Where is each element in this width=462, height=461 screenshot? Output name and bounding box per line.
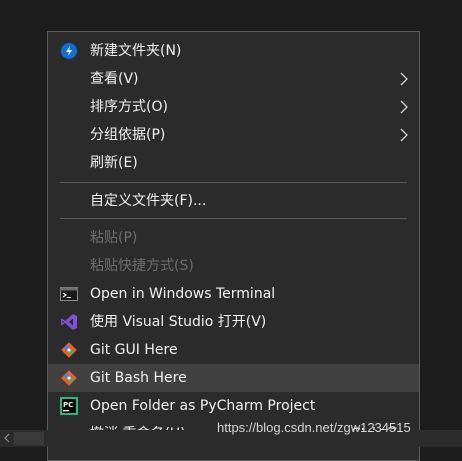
git-icon [60,341,78,359]
new-folder-icon [60,42,78,60]
windows-terminal-icon [60,285,78,303]
chevron-right-icon [400,72,408,86]
menu-item-git-bash[interactable]: Git Bash Here [48,364,419,392]
menu-item-label: 粘贴(P) [90,230,138,246]
menu-item-label: 新建文件夹(N) [90,43,182,59]
menu-separator [60,182,407,183]
menu-separator [60,218,407,219]
menu-item-label: 自定义文件夹(F)... [90,193,207,209]
pycharm-icon: PC [60,397,78,415]
menu-item-label: 刷新(E) [90,155,138,171]
menu-item-open-windows-terminal[interactable]: Open in Windows Terminal [48,280,419,308]
menu-item-label: 分组依据(P) [90,127,166,143]
menu-item-label: 排序方式(O) [90,99,168,115]
menu-item-sort-by[interactable]: 排序方式(O) [48,93,419,121]
context-menu: 新建文件夹(N) 查看(V) 排序方式(O) 分组依据(P) 刷新(E) 自定义… [47,31,420,461]
menu-item-label: 粘贴快捷方式(S) [90,258,194,274]
menu-item-customize-folder[interactable]: 自定义文件夹(F)... [48,187,419,215]
menu-item-new-folder[interactable]: 新建文件夹(N) [48,37,419,65]
menu-item-label: Git GUI Here [90,342,178,358]
menu-item-label: Git Bash Here [90,370,187,386]
menu-item-open-visual-studio[interactable]: 使用 Visual Studio 打开(V) [48,308,419,336]
chevron-right-icon [400,128,408,142]
menu-item-label: Open Folder as PyCharm Project [90,398,316,414]
menu-item-paste: 粘贴(P) [48,224,419,252]
menu-item-label: Open in Windows Terminal [90,286,276,302]
watermark: https://blog.csdn.net/zgw1234515 [217,420,411,435]
visual-studio-icon [60,313,78,331]
menu-item-label: 查看(V) [90,71,139,87]
menu-item-view[interactable]: 查看(V) [48,65,419,93]
menu-item-open-pycharm[interactable]: PC Open Folder as PyCharm Project [48,392,419,420]
chevron-right-icon [400,100,408,114]
menu-item-paste-shortcut: 粘贴快捷方式(S) [48,252,419,280]
menu-item-git-gui[interactable]: Git GUI Here [48,336,419,364]
menu-item-label: 使用 Visual Studio 打开(V) [90,314,267,330]
git-icon [60,369,78,387]
svg-text:PC: PC [63,401,73,409]
menu-item-refresh[interactable]: 刷新(E) [48,149,419,177]
scroll-left-arrow-icon[interactable] [2,432,12,444]
scrollbar-thumb[interactable] [14,432,44,445]
menu-item-group-by[interactable]: 分组依据(P) [48,121,419,149]
